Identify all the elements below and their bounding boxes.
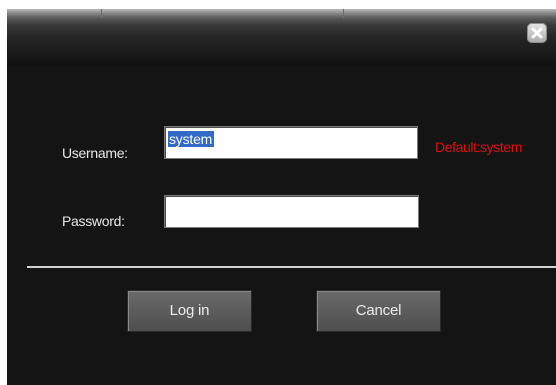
cancel-button[interactable]: Cancel [316, 290, 441, 332]
title-bar-seam [343, 9, 344, 19]
title-bar-seam [101, 9, 102, 19]
close-icon [531, 27, 543, 39]
close-button[interactable] [527, 23, 547, 43]
username-field[interactable]: system [164, 126, 418, 159]
title-bar [7, 9, 556, 66]
password-label: Password: [62, 213, 125, 229]
login-dialog: Username: system Default:system Password… [7, 9, 556, 385]
separator [27, 266, 556, 268]
login-button[interactable]: Log in [127, 290, 252, 332]
username-label: Username: [62, 145, 128, 161]
username-default-hint: Default:system [435, 139, 522, 155]
password-field[interactable] [164, 195, 419, 228]
username-value: system [168, 131, 215, 147]
